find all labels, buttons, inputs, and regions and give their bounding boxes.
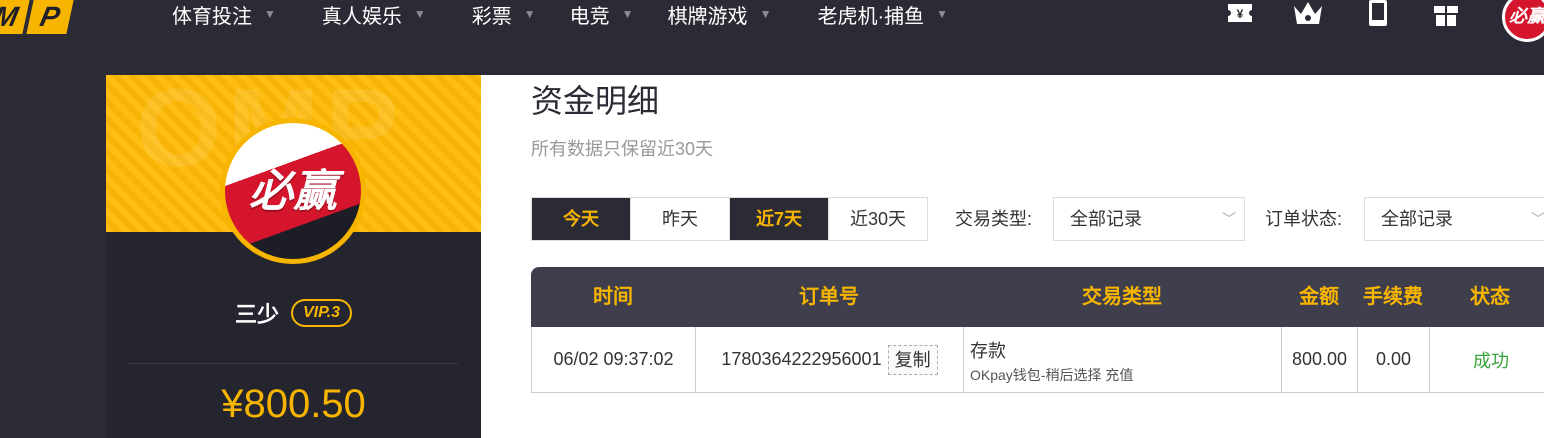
vip-badge: VIP.3	[290, 299, 353, 327]
date-range-tabs: 今天 昨天 近7天 近30天	[531, 197, 928, 241]
table-row: 06/02 09:37:02 1780364222956001 复制 存款 OK…	[531, 327, 1544, 393]
time-value: 06/02 09:37:02	[553, 349, 674, 369]
nav-item-slots-fishing[interactable]: 老虎机·捕鱼 ▼	[817, 0, 994, 28]
chevron-down-icon: ▼	[621, 7, 634, 21]
tab-yesterday[interactable]: 昨天	[631, 198, 730, 240]
profile-divider	[128, 363, 458, 364]
col-fee: 手续费	[1363, 286, 1423, 308]
nav-item-live-casino[interactable]: 真人娱乐 ▼	[322, 0, 472, 28]
status-value: 成功	[1473, 350, 1509, 371]
transaction-type-select[interactable]: 全部记录 ﹀	[1053, 197, 1245, 241]
chevron-down-icon: ▼	[759, 7, 772, 21]
user-avatar-top[interactable]: 必赢	[1502, 0, 1544, 42]
ticket-yen-icon[interactable]: ¥	[1226, 0, 1256, 28]
nav-item-sports[interactable]: 体育投注 ▼	[172, 0, 322, 28]
cell-amount: 800.00	[1282, 327, 1358, 392]
col-time: 时间	[593, 286, 633, 308]
tab-last-7-days[interactable]: 近7天	[730, 198, 829, 240]
nav-item-card-games[interactable]: 棋牌游戏 ▼	[668, 0, 818, 28]
avatar-brand-logo: 必赢	[249, 167, 337, 216]
site-logo[interactable]: M P	[0, 0, 74, 34]
order-status-select[interactable]: 全部记录 ﹀	[1364, 197, 1544, 241]
col-type: 交易类型	[1082, 286, 1162, 308]
chevron-down-icon: ▼	[413, 7, 426, 21]
col-order-no: 订单号	[799, 286, 859, 308]
order-status-label: 订单状态:	[1265, 209, 1343, 229]
transaction-type: 存款	[970, 341, 1006, 361]
chevron-down-icon: ▼	[523, 7, 536, 21]
logo-letter: M	[0, 0, 30, 34]
svg-text:¥: ¥	[1237, 7, 1244, 21]
account-balance: ¥800.50	[221, 382, 366, 426]
nav-label: 彩票	[471, 5, 512, 28]
nav-label: 体育投注	[172, 5, 252, 28]
main-nav: 体育投注 ▼ 真人娱乐 ▼ 彩票 ▼ 电竞 ▼ 棋牌游戏 ▼ 老虎机·捕鱼 ▼	[172, 0, 994, 30]
nav-item-esports[interactable]: 电竞 ▼	[570, 0, 668, 28]
avatar-brand-text: 必赢	[1509, 6, 1544, 26]
nav-label: 电竞	[569, 5, 610, 28]
user-info-row: 三少 VIP.3	[106, 297, 481, 329]
copy-order-button[interactable]: 复制	[887, 344, 938, 375]
select-value: 全部记录	[1070, 209, 1142, 229]
page-subtitle: 所有数据只保留近30天	[531, 139, 714, 159]
chevron-down-icon: ▼	[264, 7, 276, 21]
nav-label: 老虎机·捕鱼	[817, 5, 925, 28]
tab-last-30-days[interactable]: 近30天	[829, 198, 927, 240]
page-title: 资金明细	[531, 83, 660, 119]
chevron-down-icon: ▼	[936, 7, 949, 21]
col-status: 状态	[1470, 286, 1510, 308]
cell-fee: 0.00	[1358, 327, 1430, 392]
chevron-down-icon: ﹀	[1531, 211, 1544, 227]
avatar-image: 必赢	[225, 123, 361, 259]
fee-value: 0.00	[1375, 349, 1412, 369]
tab-today[interactable]: 今天	[532, 198, 631, 240]
crown-icon[interactable]	[1292, 0, 1322, 28]
logo-letter: P	[26, 0, 74, 34]
chevron-down-icon: ﹀	[1222, 211, 1236, 227]
transaction-type-label: 交易类型:	[955, 209, 1033, 229]
cell-status: 成功	[1430, 327, 1544, 392]
table-header: 时间 订单号 交易类型 金额 手续费 状态	[531, 267, 1544, 327]
username: 三少	[234, 302, 279, 327]
mobile-icon[interactable]	[1366, 0, 1396, 28]
gift-icon[interactable]	[1432, 0, 1462, 28]
nav-label: 真人娱乐	[321, 5, 402, 28]
cell-time: 06/02 09:37:02	[532, 327, 696, 392]
top-navigation-bar: M P 体育投注 ▼ 真人娱乐 ▼ 彩票 ▼ 电竞 ▼ 棋牌游戏 ▼ 老虎机·捕…	[0, 0, 1544, 42]
transaction-type-detail: OKpay钱包-稍后选择 充值	[970, 367, 1134, 383]
col-amount: 金额	[1299, 286, 1339, 308]
main-content: 资金明细 所有数据只保留近30天 今天 昨天 近7天 近30天 交易类型: 全部…	[481, 75, 1544, 438]
cell-order-no: 1780364222956001 复制	[696, 327, 964, 392]
nav-label: 棋牌游戏	[667, 5, 748, 28]
profile-card: OMP 必赢 三少 VIP.3 ¥800.50	[106, 75, 481, 438]
user-avatar[interactable]: 必赢	[220, 118, 366, 264]
nav-item-lottery[interactable]: 彩票 ▼	[472, 0, 570, 28]
select-value: 全部记录	[1381, 209, 1453, 229]
cell-type: 存款 OKpay钱包-稍后选择 充值	[964, 327, 1282, 392]
order-number: 1780364222956001	[721, 349, 882, 369]
amount-value: 800.00	[1291, 349, 1348, 369]
